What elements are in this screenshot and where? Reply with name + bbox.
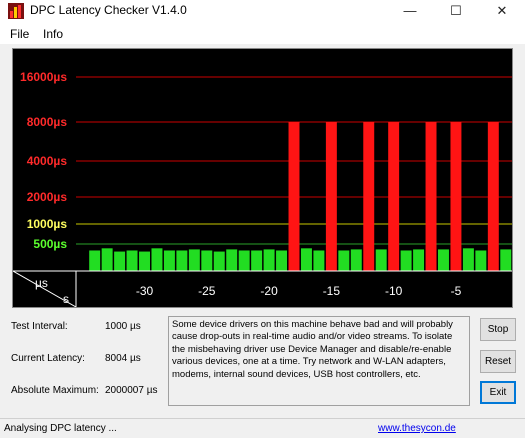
stats-panel: Test Interval: 1000 µs Current Latency: … [0,308,168,408]
latency-graph: 16000µs 8000µs 4000µs 2000µs 1000µs 500µs µs s -… [12,48,513,308]
menu-bar: File Info [0,22,525,44]
latency-bar [450,122,462,271]
reset-button[interactable]: Reset [480,350,516,373]
absolute-maximum-label: Absolute Maximum: [11,385,99,396]
latency-bar [251,250,263,271]
current-latency-value: 8004 µs [105,353,141,364]
latency-bar [288,122,300,271]
latency-bar [462,248,474,271]
latency-bar [325,122,337,271]
x-tick-label: -5 [451,284,462,298]
latency-bar [413,249,425,271]
latency-bar [425,122,437,271]
x-tick-label: -15 [323,284,341,298]
x-tick-label: -10 [385,284,403,298]
latency-chart: 16000µs 8000µs 4000µs 2000µs 1000µs 500µs µs s -… [13,70,512,307]
latency-bar [388,122,400,271]
latency-bar [313,250,325,271]
latency-bar [201,250,213,271]
test-interval-label: Test Interval: [11,321,68,332]
y-tick-label: 4000µs [27,154,68,168]
latency-bar [350,249,362,271]
latency-bar [163,250,175,271]
latency-bar [238,250,250,271]
latency-bar [151,248,163,271]
latency-bar [487,122,499,271]
latency-bar [226,249,238,271]
menu-file[interactable]: File [10,27,29,41]
latency-bar [475,250,487,271]
maximize-button[interactable]: ☐ [433,0,479,22]
y-unit-label: µs [35,276,48,290]
latency-bar [400,250,412,271]
latency-bar [89,250,101,271]
y-tick-label: 2000µs [27,190,68,204]
x-tick-label: -30 [136,284,154,298]
close-button[interactable]: ✕ [479,0,525,22]
x-unit-label: s [63,292,69,306]
latency-bar [363,122,375,271]
description-text: Some device drivers on this machine beha… [168,316,470,406]
latency-bar [213,251,225,271]
latency-bar [500,249,512,271]
current-latency-label: Current Latency: [11,353,85,364]
status-bar: Analysing DPC latency ... www.thesycon.d… [0,418,525,438]
latency-bar [101,248,113,271]
window-title: DPC Latency Checker V1.4.0 [30,3,187,17]
latency-bar [263,249,275,271]
latency-bar [188,249,200,271]
y-tick-label: 1000µs [27,217,68,231]
app-bar-chart-icon [8,3,24,19]
exit-button[interactable]: Exit [480,381,516,404]
latency-bar [300,248,312,271]
absolute-maximum-value: 2000007 µs [105,385,158,396]
latency-bar [126,250,138,271]
stop-button[interactable]: Stop [480,318,516,341]
x-tick-label: -25 [198,284,216,298]
test-interval-value: 1000 µs [105,321,141,332]
latency-bar [375,249,387,271]
latency-bar [438,249,449,271]
title-bar: DPC Latency Checker V1.4.0 — ☐ ✕ [0,0,525,22]
y-tick-label: 500µs [33,237,67,251]
status-text: Analysing DPC latency ... [4,423,117,434]
latency-bar [139,251,150,271]
y-tick-label: 16000µs [20,70,67,84]
y-tick-label: 8000µs [27,115,68,129]
minimize-button[interactable]: — [387,0,433,22]
website-link[interactable]: www.thesycon.de [378,423,456,434]
menu-info[interactable]: Info [43,27,63,41]
latency-bar [114,251,126,271]
x-tick-label: -20 [260,284,278,298]
latency-bar [276,250,288,271]
latency-bar [338,250,350,271]
latency-bar [176,250,188,271]
